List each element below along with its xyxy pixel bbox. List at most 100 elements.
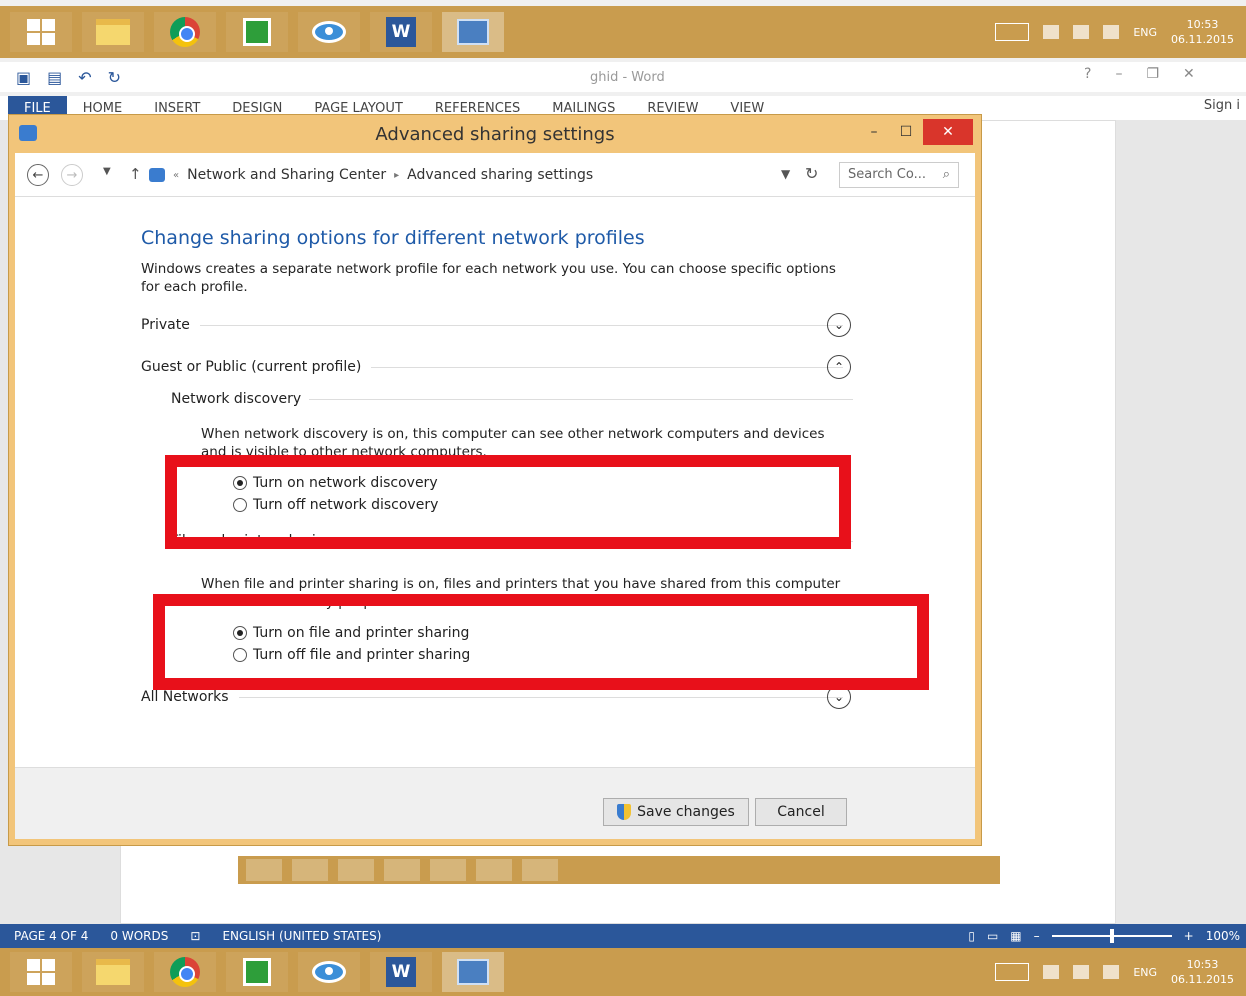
folder-icon: [96, 19, 130, 45]
breadcrumb-overflow-icon[interactable]: «: [173, 170, 179, 181]
language-indicator[interactable]: ENG: [1133, 966, 1157, 979]
page-description: Windows creates a separate network profi…: [141, 261, 836, 295]
dialog-footer: Save changes Cancel: [15, 767, 975, 839]
print-layout-icon[interactable]: ▭: [987, 929, 998, 943]
maximize-button[interactable]: ☐: [891, 119, 921, 145]
divider: [371, 366, 843, 368]
language-indicator[interactable]: ENG: [1133, 26, 1157, 39]
expand-chevron-down-icon[interactable]: ⌄: [827, 313, 851, 337]
clock[interactable]: 10:53 06.11.2015: [1171, 957, 1234, 987]
close-button[interactable]: ✕: [923, 119, 973, 145]
recent-locations-chevron-icon[interactable]: ▼: [103, 166, 111, 177]
status-words[interactable]: 0 WORDS: [110, 929, 168, 943]
folder-icon: [96, 959, 130, 985]
taskbar-word[interactable]: W: [370, 952, 432, 992]
taskbar-explorer[interactable]: [82, 12, 144, 52]
minimize-button[interactable]: –: [859, 119, 889, 145]
save-icon[interactable]: ▤: [47, 68, 62, 87]
word-title: ghid - Word: [590, 70, 665, 85]
breadcrumb-separator-icon[interactable]: ▸: [394, 170, 399, 181]
taskbar-eye-app[interactable]: [298, 952, 360, 992]
profile-all-networks-label: All Networks: [141, 689, 229, 705]
keyboard-icon[interactable]: [995, 23, 1030, 41]
word-icon: W: [386, 957, 416, 987]
taskbar-store[interactable]: [226, 12, 288, 52]
mini-icon: [522, 859, 558, 881]
sign-in-link[interactable]: Sign i: [1204, 98, 1240, 113]
clock-time: 10:53: [1186, 18, 1219, 31]
windows-logo-icon: [27, 19, 55, 45]
mini-icon: [476, 859, 512, 881]
dialog-title-bar[interactable]: Advanced sharing settings – ☐ ✕: [9, 115, 981, 153]
taskbar-eye-app[interactable]: [298, 12, 360, 52]
tray-icon[interactable]: [1043, 25, 1060, 39]
forward-button[interactable]: →: [61, 164, 83, 186]
word-status-bar: PAGE 4 OF 4 0 WORDS ⊡ ENGLISH (UNITED ST…: [0, 924, 1246, 948]
start-button[interactable]: [10, 952, 72, 992]
breadcrumb-network-sharing-center[interactable]: Network and Sharing Center: [187, 167, 386, 183]
tray-icon[interactable]: [1073, 965, 1090, 979]
undo-icon[interactable]: ↶: [78, 68, 91, 87]
search-input[interactable]: Search Co... ⌕: [839, 162, 959, 188]
tray-icon[interactable]: [1103, 25, 1120, 39]
clock[interactable]: 10:53 06.11.2015: [1171, 17, 1234, 47]
close-icon[interactable]: ✕: [1183, 66, 1195, 82]
refresh-icon[interactable]: ↻: [805, 164, 818, 183]
save-changes-label: Save changes: [637, 804, 735, 820]
taskbar-store[interactable]: [226, 952, 288, 992]
profile-private[interactable]: Private: [141, 315, 853, 335]
zoom-slider[interactable]: [1051, 929, 1172, 943]
page-heading: Change sharing options for different net…: [141, 227, 645, 249]
divider: [238, 696, 843, 698]
profile-private-label: Private: [141, 317, 190, 333]
clock-date: 06.11.2015: [1171, 973, 1234, 986]
system-tray: ENG 10:53 06.11.2015: [995, 957, 1246, 987]
minimize-icon[interactable]: –: [1115, 66, 1122, 82]
taskbar-chrome[interactable]: [154, 12, 216, 52]
taskbar-network[interactable]: [442, 952, 504, 992]
mini-icon: [338, 859, 374, 881]
tray-icon[interactable]: [1073, 25, 1090, 39]
zoom-level[interactable]: 100%: [1206, 929, 1240, 943]
divider: [309, 398, 853, 400]
tray-icon[interactable]: [1043, 965, 1060, 979]
zoom-in-icon[interactable]: +: [1184, 929, 1194, 943]
help-icon[interactable]: ?: [1084, 66, 1091, 82]
restore-icon[interactable]: ❐: [1146, 66, 1159, 82]
status-page[interactable]: PAGE 4 OF 4: [14, 929, 88, 943]
taskbar-network[interactable]: [442, 12, 504, 52]
up-arrow-icon[interactable]: ↑: [129, 165, 142, 183]
proofing-icon[interactable]: ⊡: [190, 929, 200, 943]
highlight-box-file-sharing: [153, 594, 929, 690]
keyboard-icon[interactable]: [995, 963, 1030, 981]
zoom-out-icon[interactable]: –: [1034, 929, 1040, 943]
network-discovery-section: Network discovery: [171, 389, 853, 409]
redo-icon[interactable]: ↻: [108, 68, 121, 87]
word-window-controls: ? – ❐ ✕: [1084, 66, 1195, 82]
word-icon: W: [386, 17, 416, 47]
status-language[interactable]: ENGLISH (UNITED STATES): [222, 929, 381, 943]
breadcrumb-advanced-sharing[interactable]: Advanced sharing settings: [407, 167, 593, 183]
cancel-button[interactable]: Cancel: [755, 798, 847, 826]
collapse-chevron-up-icon[interactable]: ⌃: [827, 355, 851, 379]
taskbar-chrome[interactable]: [154, 952, 216, 992]
profile-all-networks[interactable]: All Networks: [141, 687, 853, 707]
address-dropdown-icon[interactable]: ▼: [781, 167, 790, 181]
web-layout-icon[interactable]: ▦: [1010, 929, 1021, 943]
start-button[interactable]: [10, 12, 72, 52]
word-app-icon: ▣: [16, 67, 32, 87]
taskbar-explorer[interactable]: [82, 952, 144, 992]
profile-guest-public[interactable]: Guest or Public (current profile): [141, 357, 853, 377]
back-button[interactable]: ←: [27, 164, 49, 186]
network-icon: [457, 959, 489, 985]
taskbar-word[interactable]: W: [370, 12, 432, 52]
zoom-control: ▯ ▭ ▦ – + 100%: [968, 929, 1246, 943]
windows-logo-icon: [27, 959, 55, 985]
clock-time: 10:53: [1186, 958, 1219, 971]
read-mode-icon[interactable]: ▯: [968, 929, 975, 943]
tray-icon[interactable]: [1103, 965, 1120, 979]
breadcrumb[interactable]: « Network and Sharing Center ▸ Advanced …: [149, 162, 829, 188]
cancel-label: Cancel: [777, 804, 825, 820]
network-center-icon: [149, 168, 165, 182]
save-changes-button[interactable]: Save changes: [603, 798, 749, 826]
